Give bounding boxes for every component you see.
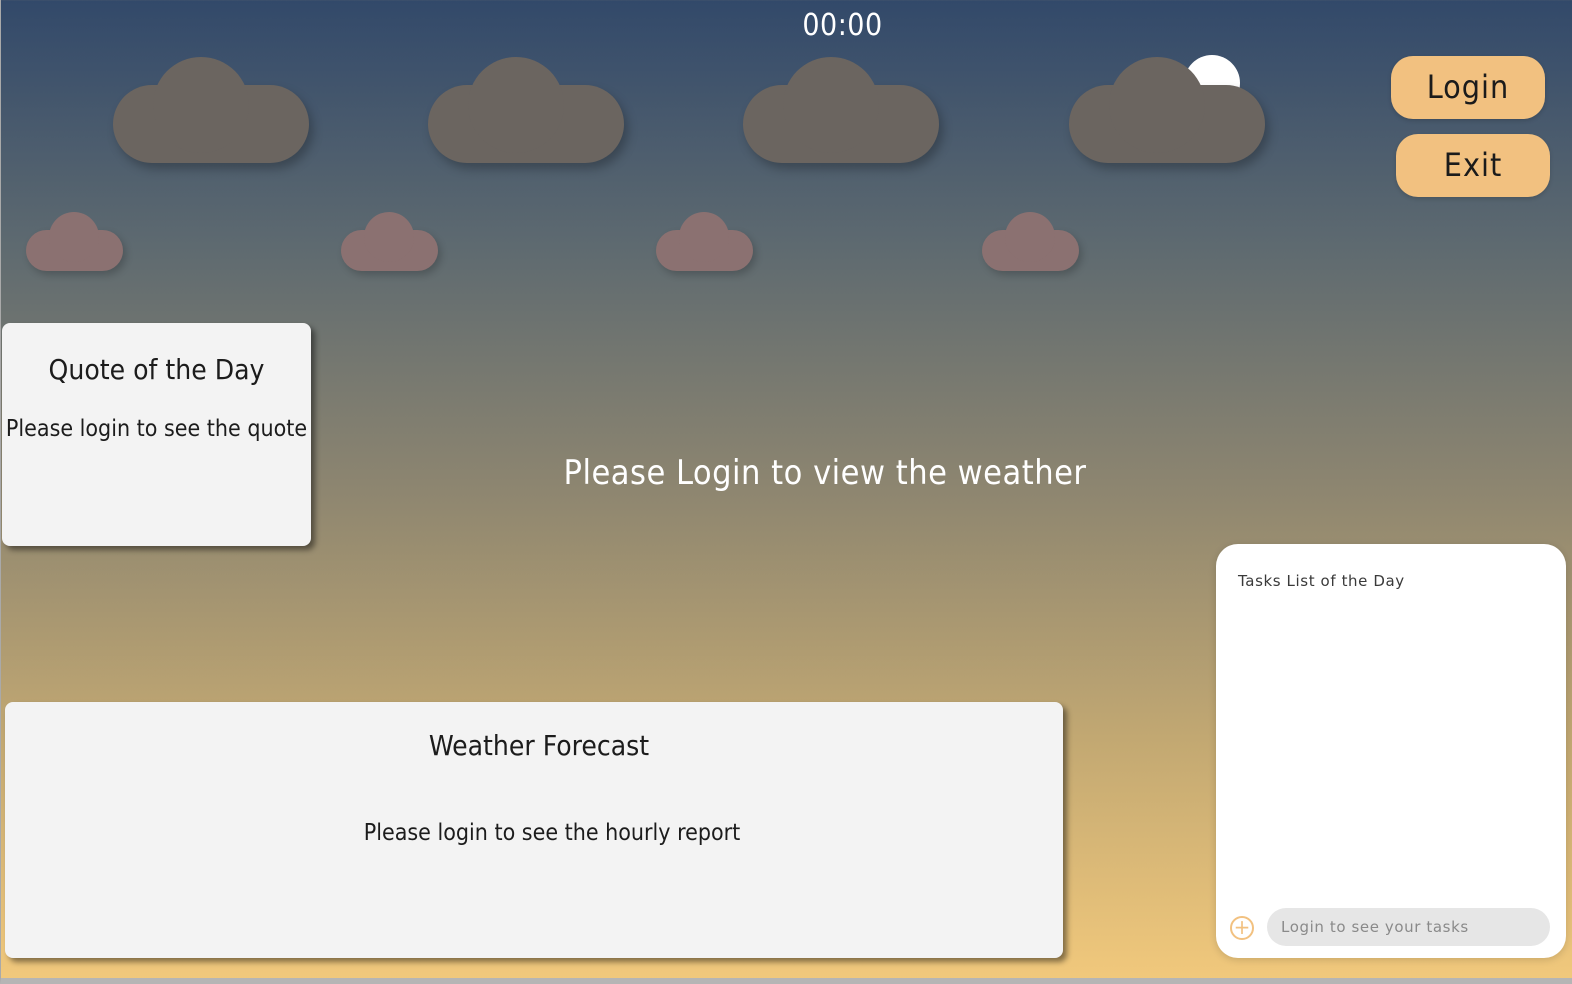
forecast-card: Weather Forecast Please login to see the… bbox=[5, 702, 1063, 958]
login-button[interactable]: Login bbox=[1391, 56, 1545, 119]
quote-card: Quote of the Day Please login to see the… bbox=[2, 323, 311, 546]
exit-button[interactable]: Exit bbox=[1396, 134, 1550, 197]
weather-message: Please Login to view the weather bbox=[563, 453, 1087, 493]
plus-circle-icon[interactable]: + bbox=[1230, 916, 1254, 940]
task-input[interactable] bbox=[1267, 908, 1550, 946]
forecast-title: Weather Forecast bbox=[428, 729, 650, 762]
tasks-panel: Tasks List of the Day + bbox=[1216, 544, 1566, 958]
forecast-message: Please login to see the hourly report bbox=[363, 820, 741, 846]
tasks-title: Tasks List of the Day bbox=[1238, 572, 1405, 590]
quote-title: Quote of the Day bbox=[48, 353, 265, 386]
quote-message: Please login to see the quote bbox=[5, 416, 308, 442]
clock-display: 00:00 bbox=[802, 8, 883, 43]
